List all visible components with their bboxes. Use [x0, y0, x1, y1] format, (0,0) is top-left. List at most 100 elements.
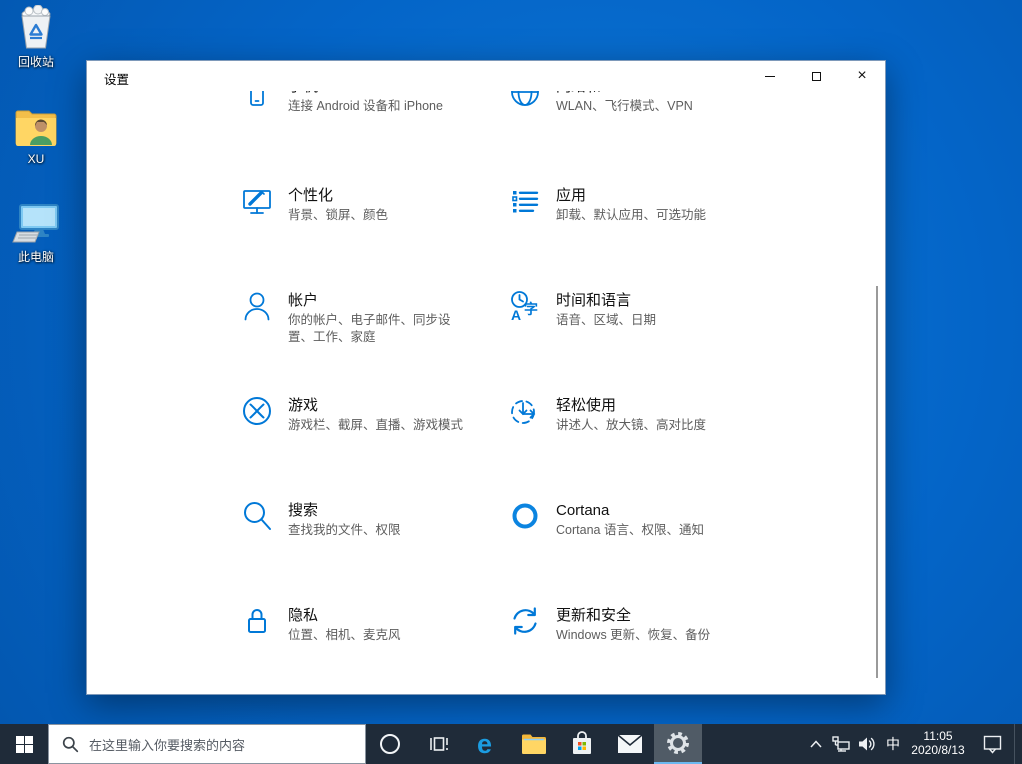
time-language-icon: 字 A — [511, 291, 538, 322]
category-tile-update-security[interactable]: 更新和安全 Windows 更新、恢复、备份 — [509, 606, 710, 644]
settings-window: 设置 × 手机 连接 Android 设备和 iPhone 网络和 Intern… — [86, 60, 886, 695]
task-view-icon — [430, 737, 448, 751]
titlebar: 设置 × — [87, 61, 885, 91]
close-icon: × — [857, 67, 867, 84]
maximize-button[interactable] — [793, 61, 839, 91]
category-subtitle: 连接 Android 设备和 iPhone — [288, 99, 443, 113]
recycle-bin-icon — [21, 5, 51, 49]
file-explorer-button[interactable] — [510, 724, 558, 764]
mail-button[interactable] — [606, 724, 654, 764]
category-tile-time-language[interactable]: 字 A 时间和语言 语音、区域、日期 — [509, 291, 656, 329]
ease-of-access-icon — [511, 400, 536, 424]
category-subtitle: WLAN、飞行模式、VPN — [556, 99, 693, 113]
category-title: Cortana — [556, 502, 610, 519]
edge-button[interactable]: e — [462, 724, 510, 764]
tray-volume-button[interactable] — [854, 724, 880, 764]
cortana-button[interactable] — [366, 724, 414, 764]
tray-clock[interactable]: 11:05 2020/8/13 — [906, 724, 970, 764]
desktop-icon-label: 此电脑 — [17, 250, 54, 264]
cortana-circle-icon — [380, 734, 400, 754]
tray-chevron-button[interactable] — [804, 724, 828, 764]
start-button[interactable] — [0, 724, 48, 764]
show-desktop-button[interactable] — [1014, 724, 1022, 764]
svg-text:e: e — [477, 730, 492, 758]
clock-time: 11:05 — [923, 729, 953, 743]
category-subtitle: Windows 更新、恢复、备份 — [556, 628, 711, 642]
volume-icon — [859, 737, 875, 751]
desktop-icon-label: 回收站 — [17, 55, 54, 69]
category-title: 隐私 — [288, 607, 319, 624]
category-subtitle: 语音、区域、日期 — [556, 313, 657, 327]
tray-ime-indicator[interactable]: 中 — [880, 724, 906, 764]
minimize-button[interactable] — [747, 61, 793, 91]
category-tile-apps[interactable]: 应用 卸载、默认应用、可选功能 — [509, 186, 706, 224]
category-tile-cortana[interactable]: Cortana Cortana 语言、权限、通知 — [509, 501, 704, 539]
taskbar-empty-area — [702, 724, 804, 764]
desktop-icon-this-pc[interactable]: 此电脑 — [0, 200, 72, 265]
category-subtitle: Cortana 语言、权限、通知 — [556, 523, 704, 537]
category-subtitle: 卸载、默认应用、可选功能 — [556, 208, 707, 222]
taskbar: 在这里输入你要搜索的内容 e 中 11:05 2020/8/13 — [0, 724, 1022, 764]
category-subtitle: 查找我的文件、权限 — [288, 523, 401, 537]
category-title: 帐户 — [288, 292, 319, 309]
category-title: 轻松使用 — [556, 397, 617, 414]
category-tile-network[interactable]: 网络和 Internet WLAN、飞行模式、VPN — [509, 91, 693, 115]
category-title: 游戏 — [288, 397, 319, 414]
network-icon — [832, 736, 850, 752]
settings-gear-icon — [667, 732, 689, 754]
maximize-icon — [811, 71, 821, 81]
category-title: 个性化 — [288, 187, 334, 204]
category-title: 应用 — [556, 187, 587, 204]
window-title: 设置 — [104, 73, 130, 87]
apps-list-icon — [512, 191, 539, 213]
cortana-icon — [512, 503, 538, 529]
category-subtitle: 讲述人、放大镜、高对比度 — [556, 418, 707, 432]
this-pc-icon — [12, 204, 59, 243]
scrollbar-thumb[interactable] — [876, 286, 878, 678]
category-tile-privacy[interactable]: 隐私 位置、相机、麦克风 — [241, 606, 401, 644]
desktop-icon-user-folder[interactable]: XU — [0, 104, 72, 166]
action-center-button[interactable] — [970, 724, 1014, 764]
task-view-button[interactable] — [414, 724, 462, 764]
category-title: 搜索 — [288, 502, 319, 519]
personalization-icon — [243, 190, 271, 214]
store-icon — [573, 731, 591, 754]
category-tile-accounts[interactable]: 帐户 你的帐户、电子邮件、同步设 置、工作、家庭 — [241, 291, 451, 346]
settings-category-grid: 手机 连接 Android 设备和 iPhone 网络和 Internet WL… — [87, 91, 885, 694]
settings-button[interactable] — [654, 724, 702, 764]
category-tile-phone[interactable]: 手机 连接 Android 设备和 iPhone — [241, 91, 443, 115]
search-magnifier-icon — [244, 502, 271, 530]
mail-icon — [617, 734, 643, 753]
category-tile-gaming[interactable]: 游戏 游戏栏、截屏、直播、游戏模式 — [241, 396, 463, 434]
store-button[interactable] — [558, 724, 606, 764]
edge-icon: e — [477, 730, 492, 758]
chevron-up-icon — [810, 740, 822, 748]
minimize-icon — [765, 75, 775, 77]
category-subtitle: 游戏栏、截屏、直播、游戏模式 — [288, 418, 464, 432]
category-tile-search[interactable]: 搜索 查找我的文件、权限 — [241, 501, 401, 539]
desktop-icon-recycle-bin[interactable]: 回收站 — [0, 5, 72, 70]
file-explorer-icon — [522, 734, 546, 754]
search-icon — [62, 736, 79, 752]
category-title: 手机 — [288, 91, 443, 96]
search-placeholder: 在这里输入你要搜索的内容 — [89, 737, 246, 753]
category-subtitle: 背景、锁屏、颜色 — [288, 208, 389, 222]
svg-text:字: 字 — [524, 301, 538, 317]
windows-logo-icon — [15, 735, 33, 753]
desktop-icon-label: XU — [27, 152, 45, 166]
category-title: 时间和语言 — [556, 292, 632, 309]
globe-icon — [511, 91, 539, 106]
category-tile-personalization[interactable]: 个性化 背景、锁屏、颜色 — [241, 186, 388, 224]
taskbar-search-input[interactable]: 在这里输入你要搜索的内容 — [48, 724, 366, 764]
user-folder-icon — [15, 110, 57, 146]
category-subtitle: 位置、相机、麦克风 — [288, 628, 401, 642]
close-button[interactable]: × — [839, 61, 885, 91]
category-tile-ease-of-access[interactable]: 轻松使用 讲述人、放大镜、高对比度 — [509, 396, 706, 434]
category-title: 更新和安全 — [556, 607, 632, 624]
phone-icon — [250, 91, 264, 106]
action-center-icon — [983, 735, 1001, 754]
tray-network-button[interactable] — [828, 724, 854, 764]
privacy-lock-icon — [248, 609, 266, 633]
category-subtitle: 你的帐户、电子邮件、同步设 置、工作、家庭 — [288, 313, 451, 344]
accounts-person-icon — [244, 292, 270, 321]
